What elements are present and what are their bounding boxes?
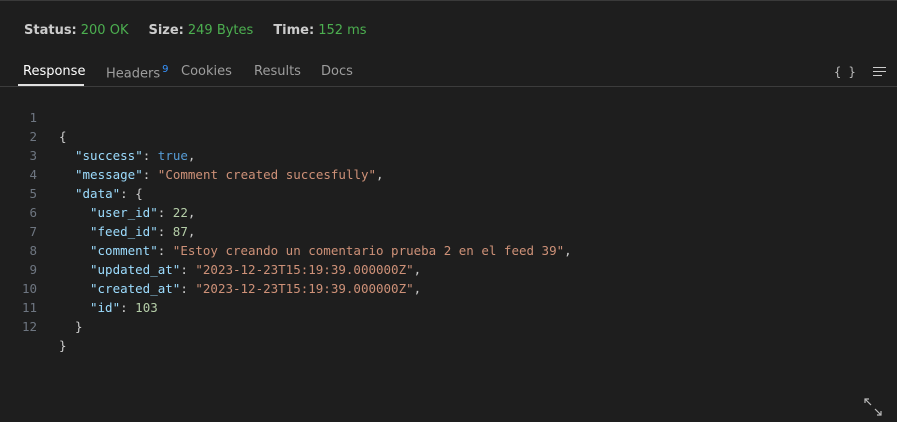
menu-lines-icon[interactable] bbox=[873, 67, 886, 77]
code-line: 9 "created_at": "2023-12-23T15:19:39.000… bbox=[0, 241, 897, 296]
size-label: Size: bbox=[148, 23, 184, 38]
tab-headers-label: Headers bbox=[106, 66, 161, 82]
json-format-icon[interactable]: { } bbox=[834, 65, 856, 79]
line-number: 12 bbox=[21, 319, 37, 334]
headers-count-badge: 9 bbox=[162, 64, 169, 75]
code-line: 4 "data": { bbox=[0, 146, 897, 201]
code-line: 12 } bbox=[0, 298, 897, 353]
tab-headers[interactable]: Headers 9 bbox=[106, 64, 168, 81]
expand-icon[interactable] bbox=[863, 397, 883, 417]
code-line: 2 "success": true, bbox=[0, 108, 897, 163]
active-tab-indicator bbox=[18, 84, 84, 86]
size-item: Size: 249 Bytes bbox=[148, 23, 253, 38]
time-value: 152 ms bbox=[318, 23, 367, 38]
code-line: 6 "feed_id": 87, bbox=[0, 184, 897, 239]
code-line: 3 "message": "Comment created succesfull… bbox=[0, 127, 897, 182]
code-line: 7 "comment": "Estoy creando un comentari… bbox=[0, 203, 897, 258]
status-label: Status: bbox=[24, 23, 77, 38]
tab-cookies[interactable]: Cookies bbox=[181, 64, 232, 79]
response-tabs: Response Headers 9 Cookies Results Docs {… bbox=[0, 57, 897, 87]
status-item: Status: 200 OK bbox=[24, 23, 128, 38]
time-item: Time: 152 ms bbox=[273, 23, 366, 38]
time-label: Time: bbox=[273, 23, 315, 38]
size-value: 249 Bytes bbox=[187, 23, 254, 38]
code-line: 11 } bbox=[0, 279, 897, 334]
tab-results[interactable]: Results bbox=[254, 64, 301, 79]
tab-response[interactable]: Response bbox=[23, 64, 85, 79]
code-line: 1 { bbox=[0, 89, 897, 144]
status-value: 200 OK bbox=[80, 23, 129, 38]
brace-close: } bbox=[59, 338, 67, 353]
code-line: 8 "updated_at": "2023-12-23T15:19:39.000… bbox=[0, 222, 897, 277]
code-line: 10 "id": 103 bbox=[0, 260, 897, 315]
code-line: 5 "user_id": 22, bbox=[0, 165, 897, 220]
tab-docs[interactable]: Docs bbox=[321, 64, 353, 79]
brace-close: } bbox=[75, 319, 83, 334]
response-status-bar: Status: 200 OK Size: 249 Bytes Time: 152… bbox=[24, 23, 387, 38]
